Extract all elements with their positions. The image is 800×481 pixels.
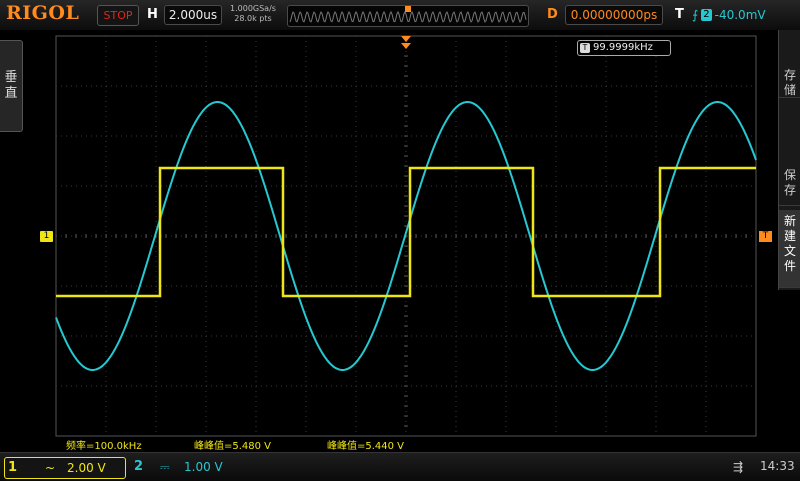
trigger-settings[interactable]: ⨍ 2 -40.0mV (692, 6, 766, 24)
memory-depth: 28.0k pts (234, 14, 272, 23)
trigger-level: -40.0mV (714, 8, 766, 22)
menu-new-file[interactable]: 新 建 文 件 (779, 210, 800, 288)
waveform-overview[interactable] (287, 5, 529, 27)
clock: 14:33 (760, 459, 795, 473)
top-status-bar: RIGOL STOP H 2.000us 1.000GSa/s 28.0k pt… (0, 0, 800, 30)
trigger-label: T (675, 7, 684, 22)
trigger-level-marker[interactable]: T (759, 231, 772, 242)
rigol-logo: RIGOL (6, 2, 80, 24)
overview-trace (289, 10, 527, 24)
ch2-number: 2 (134, 459, 144, 474)
menu-storage[interactable]: 存 储 (779, 38, 800, 98)
menu-save[interactable]: 保 存 (779, 128, 800, 206)
overview-trigger-marker (405, 6, 411, 12)
delay-label: D (547, 7, 558, 22)
ch2-scale: 1.00 V (184, 460, 223, 474)
ch1-number: 1 (8, 460, 18, 475)
run-stop-indicator[interactable]: STOP (97, 5, 139, 26)
trigger-position-marker-2 (401, 43, 411, 49)
frequency-value: 99.9999kHz (593, 42, 653, 53)
ch1-offset-marker[interactable]: 1 (40, 231, 53, 242)
delay-value[interactable]: 0.00000000ps (565, 5, 663, 25)
waveform-display[interactable] (0, 30, 800, 450)
measurement-frequency: 频率=100.0kHz (66, 441, 142, 452)
frequency-counter: T 99.9999kHz (577, 40, 671, 56)
vertical-menu-tab[interactable]: 垂 直 (0, 40, 23, 132)
vertical-tab-label: 垂 直 (4, 70, 18, 101)
dc-coupling-icon: ⎓ (160, 460, 170, 474)
trigger-position-marker (401, 36, 411, 42)
graticule (55, 35, 757, 437)
acquisition-info: 1.000GSa/s 28.0k pts (230, 4, 276, 24)
ac-coupling-icon: ~ (45, 461, 56, 475)
measurement-vpp-1: 峰峰值=5.480 V (194, 441, 272, 452)
overview-waveform-icon (289, 6, 527, 24)
rising-edge-icon: ⨍ (692, 8, 699, 22)
ch1-scale: 2.00 V (67, 461, 106, 475)
horizontal-label: H (147, 7, 158, 22)
trigger-source-badge: 2 (701, 9, 712, 21)
usb-icon: ⇶ (733, 460, 744, 474)
measurement-vpp-2: 峰峰值=5.440 V (327, 441, 405, 452)
sample-rate: 1.000GSa/s (230, 4, 276, 13)
ch2-status[interactable]: 2 ⎓ 1.00 V (128, 457, 228, 477)
channel-status-bar: 1 ~ 2.00 V 2 ⎓ 1.00 V ⇶ 14:33 (0, 452, 800, 481)
counter-icon: T (580, 43, 590, 53)
timebase-value[interactable]: 2.000us (164, 5, 222, 25)
softkey-menu: 存 储 保 存 新 建 文 件 (778, 30, 800, 290)
ch1-status[interactable]: 1 ~ 2.00 V (4, 457, 126, 479)
